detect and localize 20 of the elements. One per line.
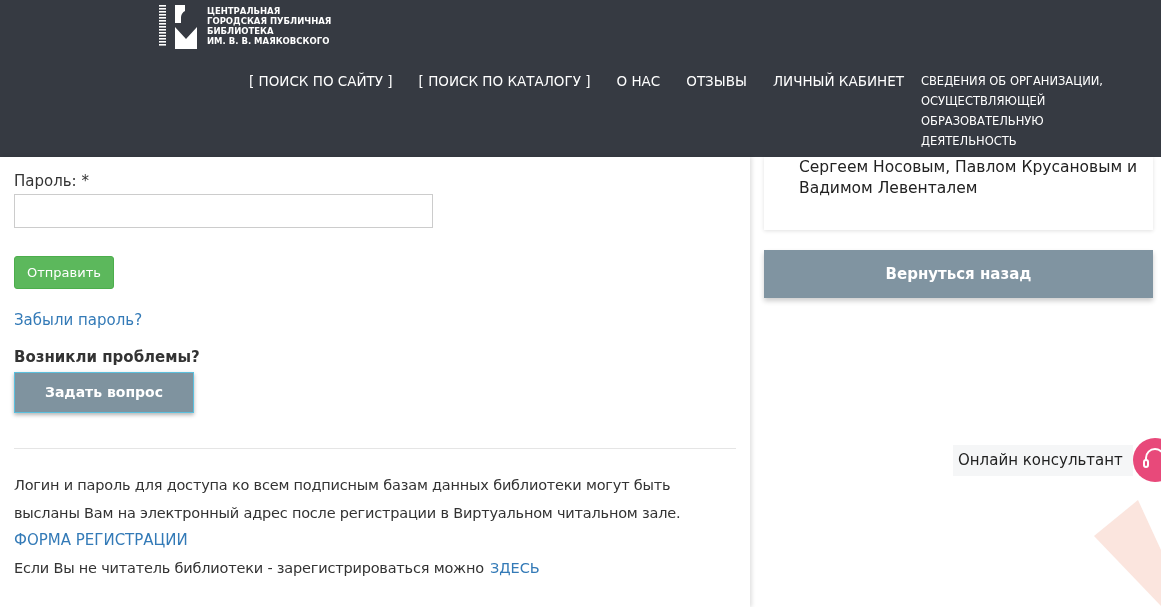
nav-link[interactable]: О НАС xyxy=(603,71,674,91)
nav-link[interactable]: [ ПОИСК ПО САЙТУ ] xyxy=(236,71,406,91)
forgot-password-link[interactable]: Забыли пароль? xyxy=(14,311,143,329)
logo-text: БИБЛИОТЕКА xyxy=(207,26,275,36)
info-text: Если Вы не читатель библиотеки - зарегистрироваться можно xyxy=(14,558,484,578)
logo-text: ГОРОДСКАЯ ПУБЛИЧНАЯ xyxy=(207,16,332,26)
event-text: Сергеем Носовым, Павлом Крусановым и Вадимом Левенталем xyxy=(799,157,1139,199)
logo-text: ЦЕНТРАЛЬНАЯ xyxy=(207,6,282,16)
nav-link[interactable]: СВЕДЕНИЯ ОБ ОРГАНИЗАЦИИ, ОСУЩЕСТВЛЯЮЩЕЙ ОБРАЗОВАТЕЛЬНУЮ ДЕЯТЕЛЬНОСТЬ xyxy=(920,71,1143,151)
consultant-label[interactable]: Онлайн консультант xyxy=(953,444,1133,476)
nav-link[interactable]: [ ПОИСК ПО КАТАЛОГУ ] xyxy=(405,71,604,91)
here-link[interactable]: ЗДЕСЬ xyxy=(489,552,540,583)
nav-link[interactable]: ОТЗЫВЫ xyxy=(673,71,760,91)
password-field[interactable] xyxy=(14,194,433,228)
info-paragraph: Логин и пароль для доступа ко всем подписным базам данных библиотеки могут быть высланы Вам на электронный адрес после регистрации в Виртуальном читальном зале. xyxy=(14,475,682,523)
section-heading: Возникли проблемы? xyxy=(14,347,201,368)
registration-link[interactable]: ФОРМА РЕГИСТРАЦИИ xyxy=(14,530,188,549)
nav-link[interactable]: ЛИЧНЫЙ КАБИНЕТ xyxy=(759,71,917,91)
field-label: Пароль: * xyxy=(14,171,90,191)
logo-text: ИМ. В. В. МАЯКОВСКОГО xyxy=(207,36,331,46)
